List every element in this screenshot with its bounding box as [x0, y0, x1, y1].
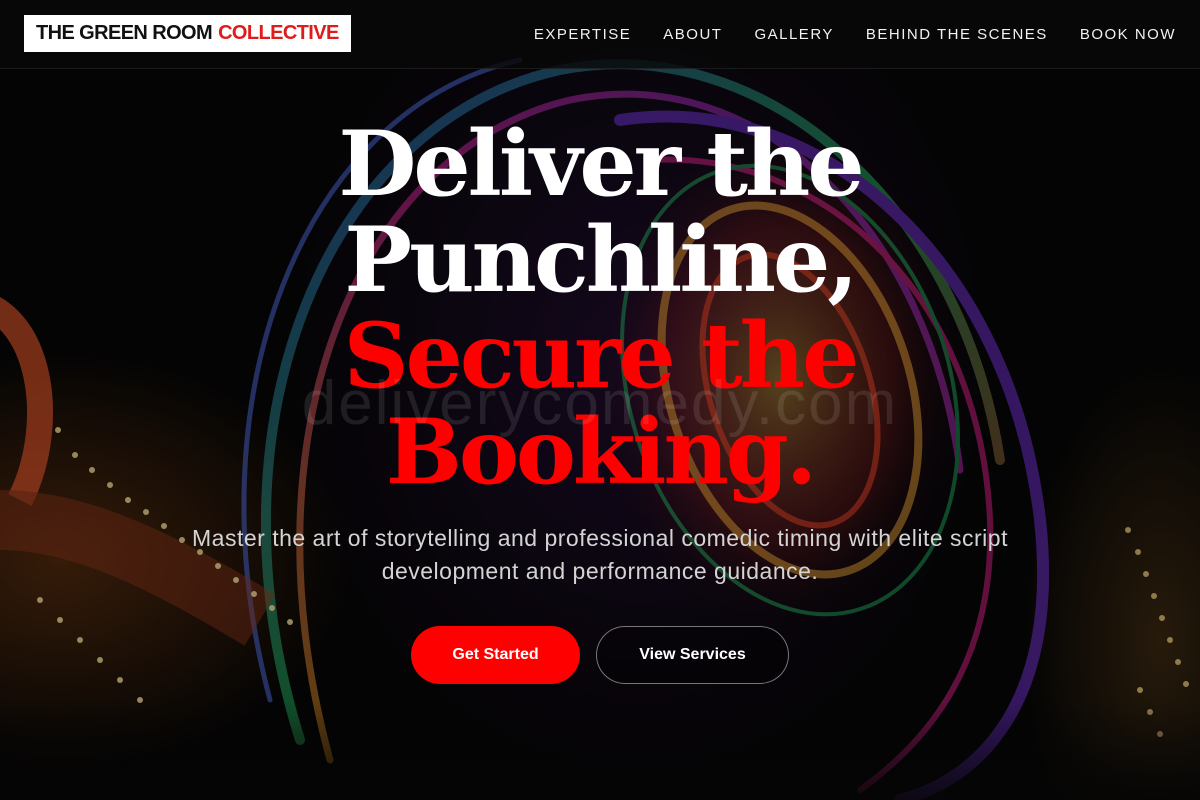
site-header: THE GREEN ROOM COLLECTIVE EXPERTISE ABOU…	[0, 0, 1200, 69]
hero-subtitle: Master the art of storytelling and profe…	[192, 525, 1008, 584]
logo-accent-text: COLLECTIVE	[218, 22, 339, 44]
nav-link-about[interactable]: ABOUT	[663, 26, 722, 43]
logo-main-text: THE GREEN ROOM	[36, 22, 213, 44]
headline-line-1: Deliver the	[338, 111, 864, 217]
hero-section: Deliver the Punchline, Secure the Bookin…	[0, 68, 1200, 800]
nav-link-expertise[interactable]: EXPERTISE	[534, 26, 631, 43]
hero-headline: Deliver the Punchline, Secure the Bookin…	[200, 116, 1000, 500]
get-started-button[interactable]: Get Started	[411, 626, 580, 684]
watermark-text: deliverycomedy.com	[301, 369, 899, 438]
headline-line-2: Punchline,	[344, 207, 858, 313]
view-services-button[interactable]: View Services	[596, 626, 789, 684]
nav-link-gallery[interactable]: GALLERY	[754, 26, 833, 43]
nav-link-book-now[interactable]: BOOK NOW	[1080, 26, 1176, 43]
brand-logo[interactable]: THE GREEN ROOM COLLECTIVE	[24, 15, 351, 52]
hero-cta-group: Get Started View Services	[0, 626, 1200, 684]
main-navigation: EXPERTISE ABOUT GALLERY BEHIND THE SCENE…	[534, 0, 1176, 68]
nav-link-behind-the-scenes[interactable]: BEHIND THE SCENES	[866, 26, 1048, 43]
